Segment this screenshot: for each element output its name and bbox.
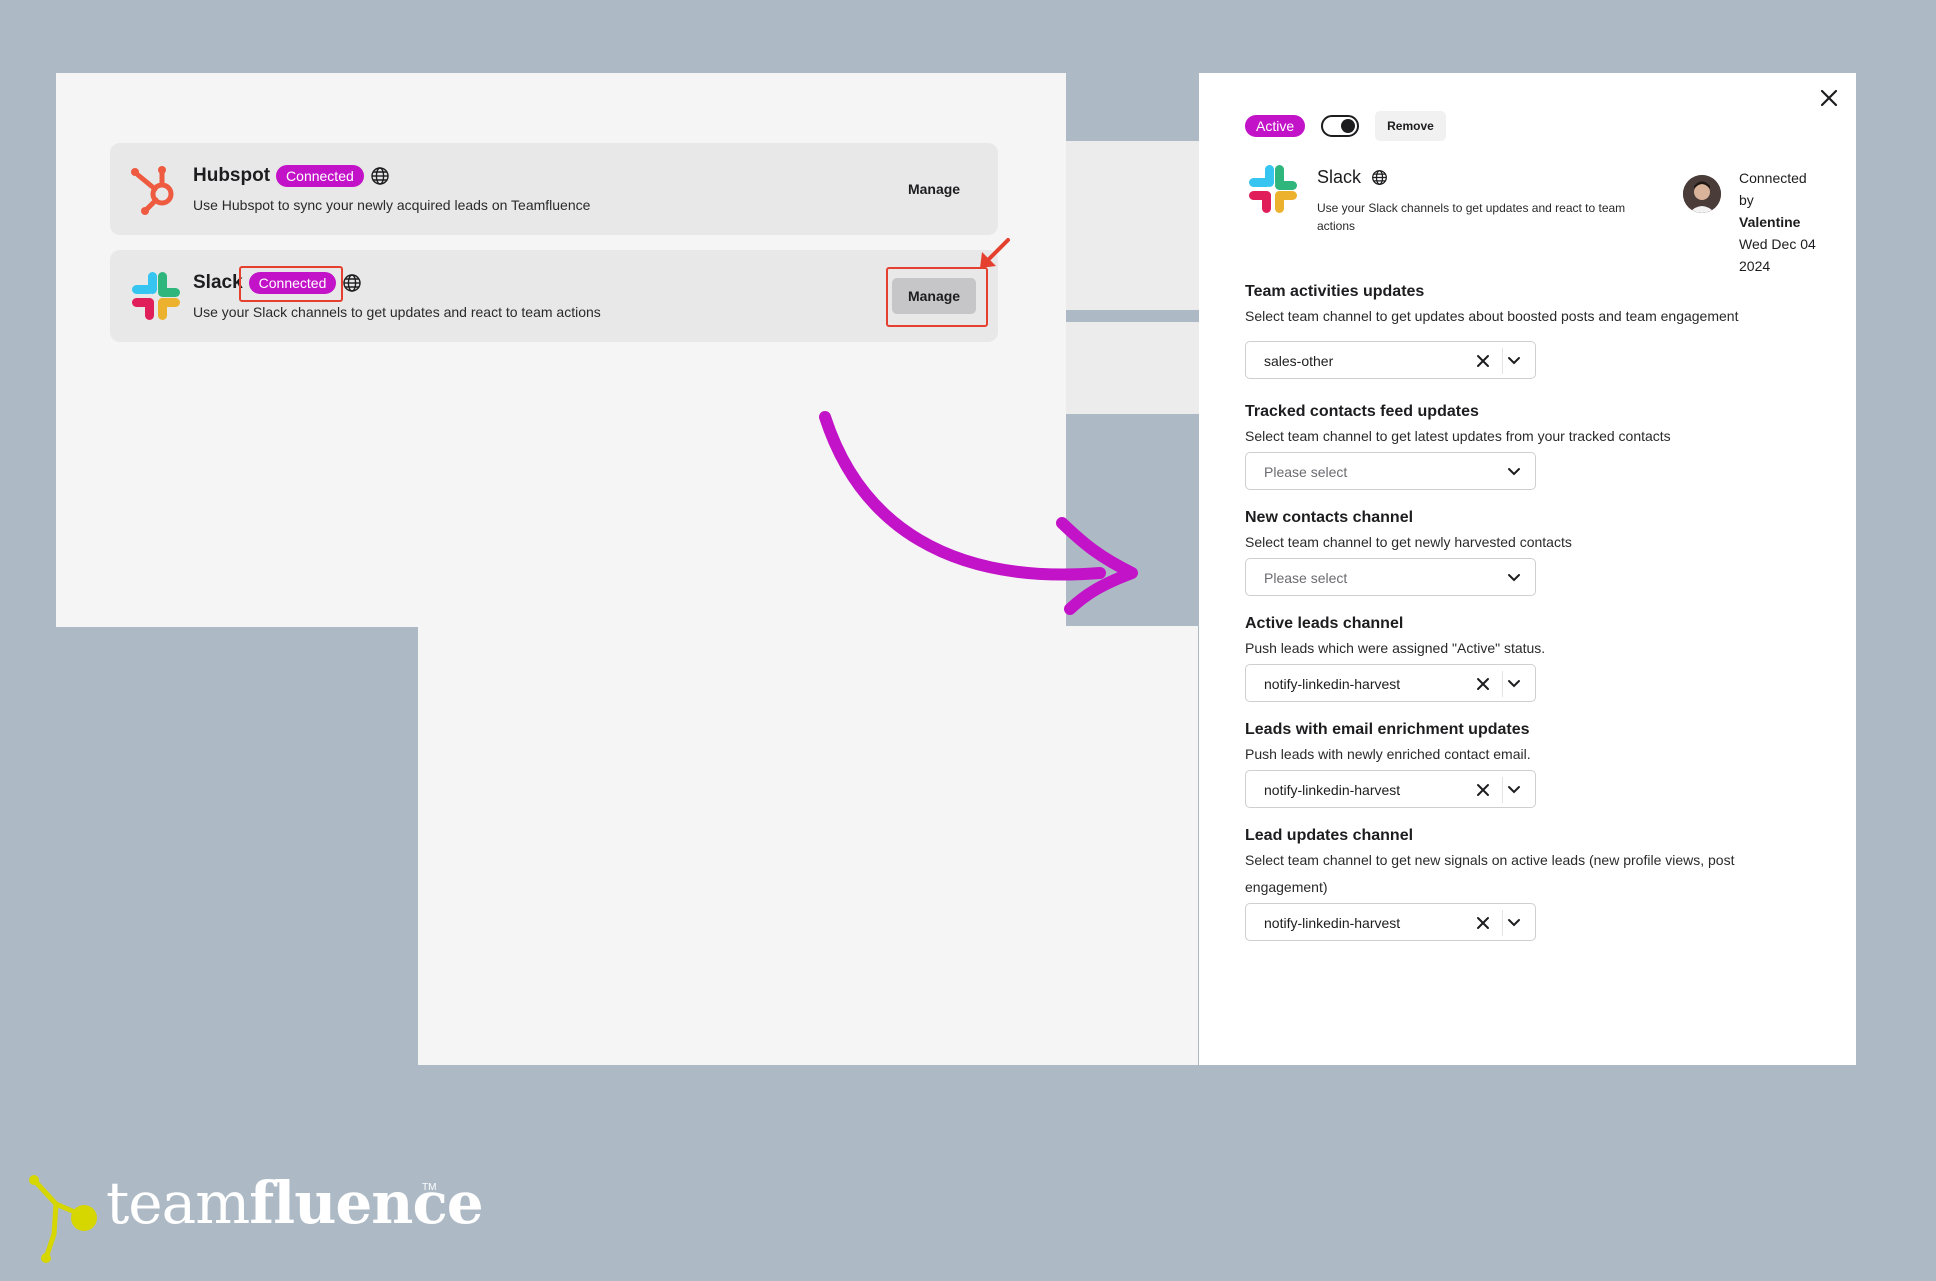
globe-icon [343,274,362,292]
connection-info: Connected by Valentine Wed Dec 04 2024 [1739,167,1825,277]
integration-name: Slack [1317,167,1362,187]
section-title: Tracked contacts feed updates [1245,403,1479,420]
clear-icon[interactable] [1476,677,1490,691]
channel-select[interactable]: notify-linkedin-harvest [1245,770,1536,808]
clear-icon[interactable] [1476,916,1490,930]
channel-select[interactable]: Please select [1245,452,1536,490]
integration-description: Use Hubspot to sync your newly acquired … [193,197,591,213]
pointer-arrow-icon [980,238,1010,268]
select-placeholder: Please select [1264,570,1348,586]
section-description: Select team channel to get updates about… [1245,308,1739,324]
channel-section-active-leads: Active leads channel Push leads which we… [1245,615,1825,702]
integrations-panel-extension [418,626,1198,1065]
trademark-mark: TM [422,1182,437,1193]
channel-select[interactable]: notify-linkedin-harvest [1245,664,1536,702]
section-title: Active leads channel [1245,615,1404,632]
integration-name: Hubspot [193,165,271,186]
toggle-knob [1341,119,1356,133]
select-separator [1502,777,1503,803]
chevron-down-icon[interactable] [1507,918,1521,928]
channel-section-tracked-contacts: Tracked contacts feed updates Select tea… [1245,403,1825,490]
section-title: Lead updates channel [1245,827,1414,844]
selected-value: notify-linkedin-harvest [1264,915,1401,931]
select-separator [1502,348,1503,374]
globe-icon [371,167,389,185]
chevron-down-icon[interactable] [1507,679,1521,689]
select-separator [1502,910,1503,936]
channel-section-team-activities: Team activities updates Select team chan… [1245,283,1825,379]
channel-select[interactable]: sales-other [1245,341,1536,379]
selected-value: sales-other [1264,353,1334,369]
channel-section-new-contacts: New contacts channel Select team channel… [1245,509,1825,596]
brand-wordmark-bold: fluence [249,1169,483,1237]
channel-select[interactable]: Please select [1245,558,1536,596]
selected-value: notify-linkedin-harvest [1264,676,1401,692]
integration-description: Use your Slack channels to get updates a… [193,304,601,320]
drawer-header: Slack Use your Slack channels to get upd… [1245,161,1825,274]
integration-name: Slack [193,272,243,293]
slack-settings-drawer: Active Remove Slack Use your Slack chann… [1199,73,1856,1065]
globe-icon [1372,170,1387,185]
select-placeholder: Please select [1264,464,1348,480]
section-description: Select team channel to get latest update… [1245,428,1671,444]
section-description: Select team channel to get newly harvest… [1245,534,1572,550]
slack-logo-icon [132,272,180,320]
section-title: Leads with email enrichment updates [1245,721,1530,738]
connected-by-label: Connected by [1739,170,1807,208]
connected-date: Wed Dec 04 2024 [1739,236,1816,274]
section-title: Team activities updates [1245,283,1425,300]
connected-by-user: Valentine [1739,214,1801,230]
status-badge: Connected [276,165,364,187]
section-title: New contacts channel [1245,509,1414,526]
selected-value: notify-linkedin-harvest [1264,782,1401,798]
section-description: Push leads which were assigned "Active" … [1245,640,1546,656]
clear-icon[interactable] [1476,354,1490,368]
slack-logo-icon [1249,165,1297,213]
active-badge: Active [1245,115,1306,137]
hubspot-logo-icon [131,166,174,215]
active-toggle[interactable] [1321,115,1360,137]
brand-wordmark: teamfluence [106,1169,484,1237]
manage-button[interactable]: Manage [892,171,976,207]
integration-description: Use your Slack channels to get updates a… [1317,201,1626,233]
drawer-controls: Active Remove [1245,111,1446,141]
close-icon[interactable] [1818,87,1840,109]
integration-card-hubspot: Hubspot Connected Use Hubspot to sync yo… [110,143,998,235]
chevron-down-icon[interactable] [1507,467,1521,477]
section-description: Select team channel to get new signals o… [1245,852,1735,895]
brand-wordmark-light: team [106,1169,250,1237]
channel-section-email-enrichment: Leads with email enrichment updates Push… [1245,721,1825,808]
chevron-down-icon[interactable] [1507,356,1521,366]
user-avatar-icon [1683,175,1721,213]
chevron-down-icon[interactable] [1507,573,1521,583]
chevron-down-icon[interactable] [1507,785,1521,795]
background-row [1066,322,1200,414]
clear-icon[interactable] [1476,783,1490,797]
teamfluence-logo-icon [29,1175,97,1263]
background-row [1066,218,1200,310]
remove-button[interactable]: Remove [1375,111,1446,141]
integration-title-row: Hubspot Connected [193,165,390,187]
curved-arrow-icon [819,411,1138,615]
channel-select[interactable]: notify-linkedin-harvest [1245,903,1536,941]
avatar [1683,175,1721,213]
section-description: Push leads with newly enriched contact e… [1245,746,1531,762]
highlight-box-status [239,266,343,302]
channel-section-lead-updates: Lead updates channel Select team channel… [1245,827,1825,941]
drawer-title: Slack [1317,167,1388,188]
highlight-box-manage [886,267,988,327]
select-separator [1502,671,1503,697]
